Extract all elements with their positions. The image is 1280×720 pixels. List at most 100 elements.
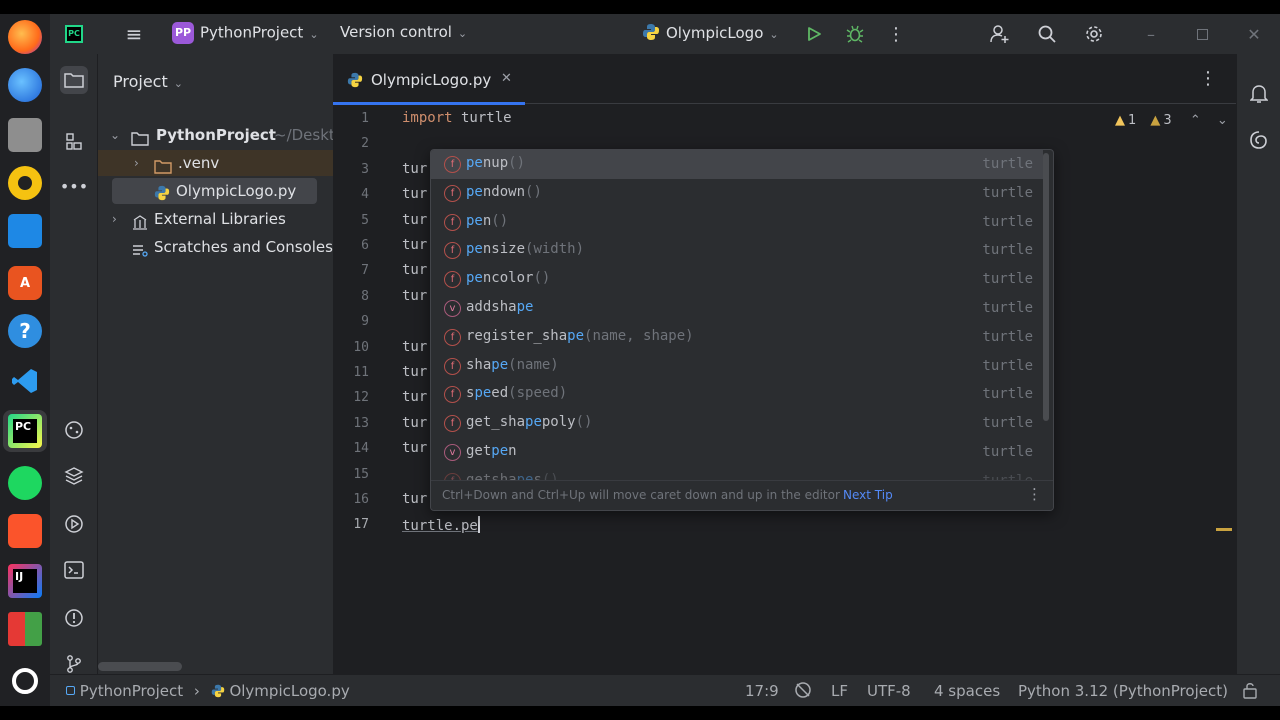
chevron-right-icon: › — [193, 682, 200, 700]
layers-icon[interactable] — [60, 462, 88, 490]
services-icon[interactable] — [60, 510, 88, 538]
completion-item[interactable]: f pensize(width) turtle — [431, 236, 1043, 265]
notifications-bell-icon[interactable] — [1245, 80, 1273, 108]
function-icon: f — [444, 271, 461, 289]
caret-position[interactable]: 17:9 — [745, 682, 779, 700]
close-tab-icon[interactable]: ✕ — [501, 71, 512, 86]
completion-name: pen() — [466, 213, 508, 229]
weak-warning-icon: ▲ — [1150, 113, 1161, 128]
completion-item[interactable]: f pen() turtle — [431, 208, 1043, 237]
function-icon: f — [444, 415, 461, 433]
completion-item[interactable]: v addshape turtle — [431, 294, 1043, 323]
help-icon[interactable]: ? — [8, 314, 42, 348]
status-bar: PythonProject › OlympicLogo.py 17:9 LF U… — [50, 674, 1280, 706]
breadcrumb-project[interactable]: PythonProject — [80, 682, 183, 700]
thunderbird-icon[interactable] — [8, 68, 42, 102]
next-tip-link[interactable]: Next Tip — [843, 488, 893, 502]
file-encoding[interactable]: UTF-8 — [867, 682, 911, 700]
writer-icon[interactable] — [8, 214, 42, 248]
completion-item[interactable]: f register_shape(name, shape) turtle — [431, 323, 1043, 352]
settings-gear-icon[interactable] — [1082, 22, 1106, 46]
completion-hl: pe — [516, 299, 534, 315]
completion-item[interactable]: f pendown() turtle — [431, 179, 1043, 208]
minimize-icon[interactable]: – — [1139, 22, 1163, 46]
completion-item[interactable]: f penup() turtle — [431, 150, 1043, 179]
line-number: 4 — [361, 187, 369, 203]
project-switcher[interactable]: PP PythonProject ⌄ — [172, 22, 319, 44]
completion-type: turtle — [982, 213, 1033, 230]
inspection-widget[interactable]: ▲ 1 ▲ 3 ⌃ ⌄ — [1115, 113, 1228, 128]
completion-item[interactable]: f speed(speed) turtle — [431, 380, 1043, 409]
code-line-17: turtle.pe — [402, 516, 480, 534]
search-icon[interactable] — [1035, 22, 1059, 46]
structure-icon[interactable] — [60, 128, 88, 156]
problems-icon[interactable] — [60, 604, 88, 632]
python-file-icon — [347, 72, 363, 92]
brave-icon[interactable] — [8, 514, 42, 548]
show-apps-icon[interactable] — [8, 664, 42, 698]
restore-icon[interactable] — [1190, 22, 1214, 46]
office-icon[interactable] — [8, 612, 42, 646]
completion-item[interactable]: f pencolor() turtle — [431, 265, 1043, 294]
chevron-up-icon[interactable]: ⌃ — [1190, 113, 1201, 128]
completion-sig: (name, shape) — [584, 327, 694, 344]
completion-item[interactable]: v getpen turtle — [431, 438, 1043, 467]
line-separator[interactable]: LF — [831, 682, 848, 700]
app-center-icon[interactable]: A — [8, 266, 42, 300]
intellij-icon[interactable]: IJ — [8, 564, 42, 598]
more-actions-icon[interactable]: ⋮ — [884, 22, 908, 46]
chevron-right-icon: › — [112, 212, 117, 226]
lock-icon[interactable] — [1242, 681, 1258, 703]
line-number: 9 — [361, 314, 369, 330]
completion-item[interactable]: f get_shapepoly() turtle — [431, 409, 1043, 438]
popup-scrollbar[interactable] — [1043, 153, 1049, 421]
line-number: 13 — [353, 415, 369, 431]
more-tools-icon[interactable]: ••• — [60, 172, 88, 200]
tab-olympiclogo[interactable]: OlympicLogo.py ✕ — [333, 54, 525, 105]
warning-count: 1 — [1128, 113, 1137, 128]
completion-name: get_shapepoly() — [466, 414, 592, 430]
module-icon — [66, 686, 75, 695]
ai-disabled-icon[interactable] — [794, 681, 812, 703]
completion-hl: pe — [567, 327, 585, 344]
run-configuration-selector[interactable]: OlympicLogo ⌄ — [642, 23, 779, 42]
spotify-icon[interactable] — [8, 466, 42, 500]
close-window-icon[interactable]: ✕ — [1242, 22, 1266, 46]
completion-hl: pe — [525, 414, 542, 431]
popup-options-icon[interactable]: ⋮ — [1027, 485, 1042, 503]
ai-assistant-icon[interactable] — [1245, 126, 1273, 154]
vcs-menu[interactable]: Version control ⌄ — [340, 23, 467, 41]
project-folder-icon[interactable] — [60, 66, 88, 94]
breadcrumb-file[interactable]: OlympicLogo.py — [229, 682, 349, 700]
python-icon — [642, 23, 660, 41]
indent-setting[interactable]: 4 spaces — [934, 682, 1000, 700]
rhythmbox-icon[interactable] — [8, 166, 42, 200]
pycharm-icon[interactable]: PC — [8, 414, 42, 448]
variable-icon: v — [444, 444, 461, 461]
chevron-down-icon[interactable]: ⌄ — [1217, 113, 1228, 128]
python-interpreter[interactable]: Python 3.12 (PythonProject) — [1018, 682, 1228, 700]
debug-icon[interactable] — [843, 22, 867, 46]
line-number: 2 — [361, 136, 369, 152]
firefox-icon[interactable] — [8, 20, 42, 54]
scratches-icon — [132, 240, 148, 266]
vscode-icon[interactable] — [8, 364, 42, 398]
line-number: 7 — [361, 263, 369, 279]
chevron-down-icon: ⌄ — [173, 77, 183, 90]
line-number: 11 — [353, 365, 369, 380]
project-pane-header[interactable]: Project ⌄ — [113, 72, 183, 91]
tool-window-strip: ••• — [50, 54, 98, 674]
completion-item[interactable]: f shape(name) turtle — [431, 352, 1043, 381]
python-packages-icon[interactable] — [60, 416, 88, 444]
tab-actions-icon[interactable]: ⋮ — [1199, 68, 1217, 89]
horizontal-scrollbar[interactable] — [98, 662, 182, 671]
run-icon[interactable] — [802, 22, 826, 46]
function-icon: f — [444, 386, 461, 404]
main-menu-icon[interactable]: ≡ — [122, 22, 146, 46]
terminal-icon[interactable] — [60, 556, 88, 584]
completion-pre: sha — [466, 356, 492, 373]
line-number: 17 — [353, 517, 369, 533]
add-user-icon[interactable] — [988, 22, 1012, 46]
files-icon[interactable] — [8, 118, 42, 152]
line-number: 8 — [361, 288, 369, 304]
